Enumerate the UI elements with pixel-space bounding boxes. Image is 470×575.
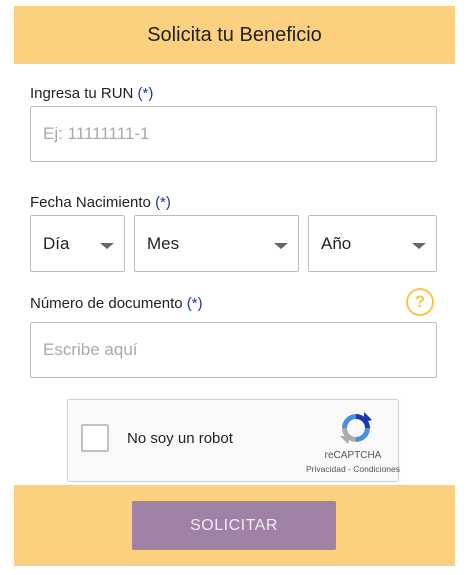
chevron-down-icon xyxy=(412,243,426,249)
recaptcha-checkbox[interactable] xyxy=(81,424,109,452)
year-select[interactable]: Año xyxy=(308,215,437,272)
month-select-value: Mes xyxy=(147,233,180,253)
help-circle-icon[interactable]: ? xyxy=(406,288,434,316)
form-header: Solicita tu Beneficio xyxy=(14,6,455,64)
benefit-request-form: Solicita tu Beneficio Ingresa tu RUN (*)… xyxy=(14,0,455,566)
birthdate-label-text: Fecha Nacimiento xyxy=(30,194,151,211)
day-select-value: Día xyxy=(43,233,70,253)
document-input[interactable] xyxy=(30,322,437,378)
submit-button[interactable]: SOLICITAR xyxy=(132,501,336,550)
recaptcha-privacy-links[interactable]: Privacidad - Condiciones xyxy=(278,464,428,474)
document-required-mark: (*) xyxy=(186,295,203,312)
chevron-down-icon xyxy=(100,243,114,249)
run-required-mark: (*) xyxy=(137,85,154,102)
recaptcha-brand: reCAPTCHA xyxy=(324,450,382,461)
month-select[interactable]: Mes xyxy=(134,215,299,272)
recaptcha-label: No soy un robot xyxy=(127,430,233,447)
recaptcha-widget: No soy un robot reCAPTCHA Privacidad - C… xyxy=(67,399,400,482)
run-input[interactable] xyxy=(30,106,437,162)
document-label-text: Número de documento xyxy=(30,295,183,312)
recaptcha-logo-icon xyxy=(340,412,372,444)
document-label: Número de documento (*) xyxy=(30,295,203,312)
run-label-text: Ingresa tu RUN xyxy=(30,85,134,102)
form-title: Solicita tu Beneficio xyxy=(147,23,322,46)
birthdate-required-mark: (*) xyxy=(155,194,171,211)
birthdate-label: Fecha Nacimiento (*) xyxy=(30,194,171,211)
run-label: Ingresa tu RUN (*) xyxy=(30,85,153,102)
chevron-down-icon xyxy=(274,243,288,249)
day-select[interactable]: Día xyxy=(30,215,125,272)
form-footer: SOLICITAR xyxy=(14,485,455,566)
year-select-value: Año xyxy=(321,233,352,253)
